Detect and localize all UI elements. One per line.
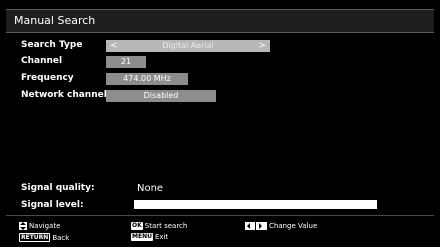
- return-key: RETURN: [19, 233, 51, 242]
- channel-value: 21: [120, 57, 132, 66]
- footer-separator: [6, 215, 434, 216]
- frequency-value: 474.00 MHz: [123, 74, 171, 83]
- signal-quality-label: Signal quality:: [21, 183, 95, 193]
- network-channel-scan-field[interactable]: Disabled: [106, 90, 216, 102]
- menu-key: MENU: [131, 233, 153, 241]
- search-type-value: Digital Aerial: [162, 41, 214, 50]
- start-search-hint: OK Start search: [131, 222, 187, 230]
- search-type-selector[interactable]: < Digital Aerial >: [106, 40, 270, 52]
- exit-hint: MENU Exit: [131, 233, 168, 241]
- navigate-label: Navigate: [29, 222, 61, 230]
- page-title: Manual Search: [14, 14, 96, 27]
- title-bar: Manual Search: [6, 9, 434, 33]
- change-value-label: Change Value: [269, 222, 318, 230]
- channel-field[interactable]: 21: [106, 56, 146, 68]
- manual-search-screen: Manual Search Search Type < Digital Aeri…: [0, 0, 440, 247]
- arrow-right-icon[interactable]: >: [258, 40, 266, 52]
- navigate-hint: Navigate: [19, 222, 60, 230]
- signal-level-label: Signal level:: [21, 200, 84, 210]
- back-label: Back: [52, 233, 70, 242]
- left-right-arrows-icon: [245, 222, 267, 230]
- network-channel-scan-value: Disabled: [143, 91, 179, 100]
- frequency-field[interactable]: 474.00 MHz: [106, 73, 188, 85]
- back-hint: RETURN Back: [19, 233, 69, 242]
- ok-key: OK: [131, 222, 143, 230]
- exit-label: Exit: [154, 233, 169, 241]
- signal-quality-value: None: [137, 183, 164, 194]
- arrow-left-icon[interactable]: <: [110, 40, 118, 52]
- start-search-label: Start search: [144, 222, 188, 230]
- signal-level-bar: [134, 200, 377, 209]
- search-type-label: Search Type: [21, 40, 83, 50]
- change-value-hint: Change Value: [245, 222, 317, 230]
- channel-label: Channel: [21, 56, 63, 66]
- up-down-arrows-icon: [19, 222, 27, 230]
- frequency-label: Frequency: [21, 73, 74, 83]
